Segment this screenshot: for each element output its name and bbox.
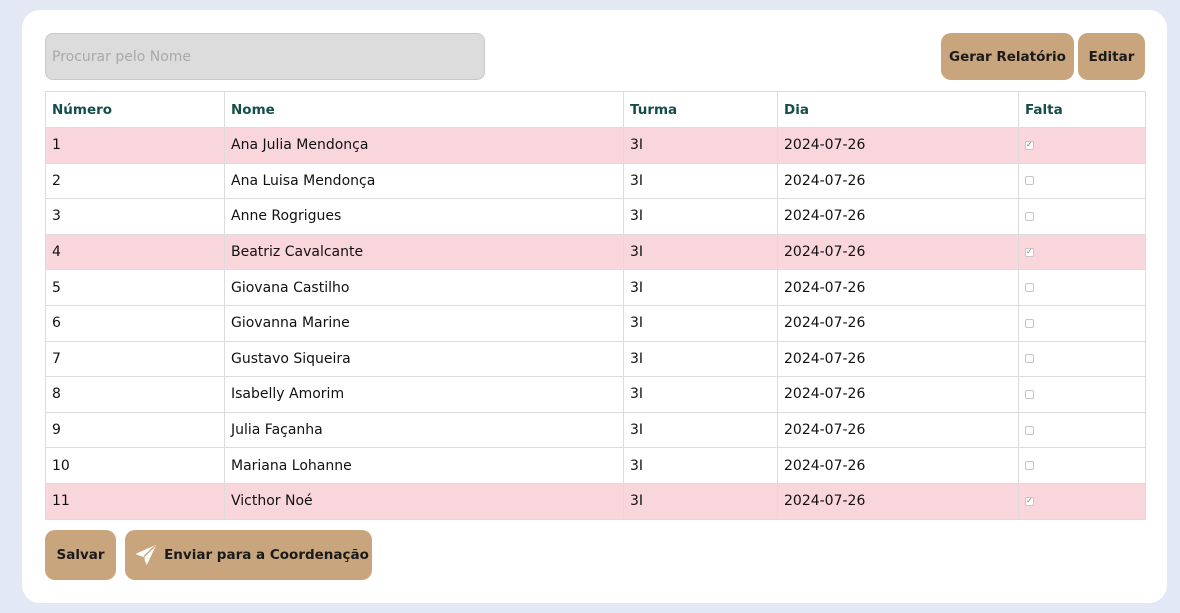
table-row: 9 Julia Façanha 3I 2024-07-26 — [45, 411, 1146, 449]
cell-falta — [1018, 269, 1146, 306]
cell-falta — [1018, 198, 1146, 235]
table-row: 4 Beatriz Cavalcante 3I 2024-07-26 — [45, 233, 1146, 271]
cell-falta — [1018, 482, 1146, 520]
cell-numero: 10 — [45, 447, 225, 484]
cell-numero: 4 — [45, 233, 225, 271]
absence-checkbox[interactable] — [1025, 354, 1034, 364]
column-header-dia: Dia — [777, 91, 1019, 128]
cell-falta — [1018, 447, 1146, 484]
cell-dia: 2024-07-26 — [777, 411, 1019, 449]
table-row: 7 Gustavo Siqueira 3I 2024-07-26 — [45, 340, 1146, 378]
cell-turma: 3I — [623, 376, 778, 413]
cell-turma: 3I — [623, 162, 778, 200]
absence-checkbox[interactable] — [1025, 389, 1034, 399]
cell-turma: 3I — [623, 127, 778, 164]
cell-turma: 3I — [623, 233, 778, 271]
cell-turma: 3I — [623, 340, 778, 378]
absence-checkbox[interactable] — [1025, 211, 1034, 221]
cell-turma: 3I — [623, 411, 778, 449]
cell-nome: Anne Rogrigues — [224, 198, 624, 235]
edit-button[interactable]: Editar — [1078, 33, 1145, 80]
column-header-nome: Nome — [224, 91, 624, 128]
table-row: 2 Ana Luisa Mendonça 3I 2024-07-26 — [45, 162, 1146, 200]
cell-dia: 2024-07-26 — [777, 198, 1019, 235]
cell-numero: 1 — [45, 127, 225, 164]
cell-dia: 2024-07-26 — [777, 340, 1019, 378]
table-row: 10 Mariana Lohanne 3I 2024-07-26 — [45, 447, 1146, 484]
cell-nome: Julia Façanha — [224, 411, 624, 449]
column-header-numero: Número — [45, 91, 225, 128]
cell-turma: 3I — [623, 447, 778, 484]
cell-nome: Beatriz Cavalcante — [224, 233, 624, 271]
attendance-card: Gerar Relatório Editar Número Nome Turma… — [22, 10, 1167, 603]
absence-checkbox[interactable] — [1025, 139, 1034, 151]
absence-checkbox[interactable] — [1025, 283, 1034, 293]
generate-report-button[interactable]: Gerar Relatório — [941, 33, 1074, 80]
cell-dia: 2024-07-26 — [777, 162, 1019, 200]
cell-falta — [1018, 233, 1146, 271]
cell-nome: Ana Luisa Mendonça — [224, 162, 624, 200]
cell-falta — [1018, 162, 1146, 200]
column-header-falta: Falta — [1018, 91, 1146, 128]
cell-falta — [1018, 411, 1146, 449]
cell-falta — [1018, 340, 1146, 378]
cell-numero: 2 — [45, 162, 225, 200]
absence-checkbox[interactable] — [1025, 425, 1034, 435]
cell-numero: 11 — [45, 482, 225, 520]
cell-turma: 3I — [623, 198, 778, 235]
cell-numero: 6 — [45, 304, 225, 342]
cell-nome: Gustavo Siqueira — [224, 340, 624, 378]
cell-nome: Mariana Lohanne — [224, 447, 624, 484]
save-button[interactable]: Salvar — [45, 530, 116, 580]
search-input[interactable] — [45, 33, 485, 80]
absence-checkbox[interactable] — [1025, 495, 1034, 507]
cell-turma: 3I — [623, 269, 778, 306]
table-row: 3 Anne Rogrigues 3I 2024-07-26 — [45, 198, 1146, 235]
cell-numero: 3 — [45, 198, 225, 235]
send-button-label: Enviar para a Coordenação — [164, 547, 369, 563]
cell-dia: 2024-07-26 — [777, 447, 1019, 484]
cell-dia: 2024-07-26 — [777, 127, 1019, 164]
cell-nome: Ana Julia Mendonça — [224, 127, 624, 164]
table-body: 1Ana Julia Mendonça3I2024-07-262Ana Luis… — [45, 127, 1146, 520]
cell-numero: 5 — [45, 269, 225, 306]
table-header-row: Número Nome Turma Dia Falta — [45, 91, 1146, 128]
table-row: 11 Victhor Noé 3I 2024-07-26 — [45, 482, 1146, 520]
column-header-turma: Turma — [623, 91, 778, 128]
cell-dia: 2024-07-26 — [777, 482, 1019, 520]
absence-checkbox[interactable] — [1025, 246, 1034, 258]
cell-numero: 7 — [45, 340, 225, 378]
attendance-table: Número Nome Turma Dia Falta 1 Ana Julia M… — [45, 91, 1146, 520]
table-row: 1 Ana Julia Mendonça 3I 2024-07-26 — [45, 127, 1146, 164]
cell-falta — [1018, 127, 1146, 164]
paper-plane-icon — [136, 545, 156, 565]
cell-dia: 2024-07-26 — [777, 376, 1019, 413]
cell-falta — [1018, 304, 1146, 342]
absence-checkbox[interactable] — [1025, 461, 1034, 471]
cell-nome: Giovana Castilho — [224, 269, 624, 306]
cell-turma: 3I — [623, 482, 778, 520]
cell-numero: 9 — [45, 411, 225, 449]
cell-nome: Isabelly Amorim — [224, 376, 624, 413]
cell-dia: 2024-07-26 — [777, 233, 1019, 271]
table-row: 6 Giovanna Marine 3I 2024-07-26 — [45, 304, 1146, 342]
absence-checkbox[interactable] — [1025, 176, 1034, 186]
cell-dia: 2024-07-26 — [777, 269, 1019, 306]
cell-falta — [1018, 376, 1146, 413]
cell-nome: Victhor Noé — [224, 482, 624, 520]
cell-numero: 8 — [45, 376, 225, 413]
send-to-coordination-button[interactable]: Enviar para a Coordenação — [125, 530, 372, 580]
table-row: 8 Isabelly Amorim 3I 2024-07-26 — [45, 376, 1146, 413]
cell-nome: Giovanna Marine — [224, 304, 624, 342]
cell-turma: 3I — [623, 304, 778, 342]
absence-checkbox[interactable] — [1025, 318, 1034, 328]
table-row: 5 Giovana Castilho 3I 2024-07-26 — [45, 269, 1146, 306]
cell-dia: 2024-07-26 — [777, 304, 1019, 342]
